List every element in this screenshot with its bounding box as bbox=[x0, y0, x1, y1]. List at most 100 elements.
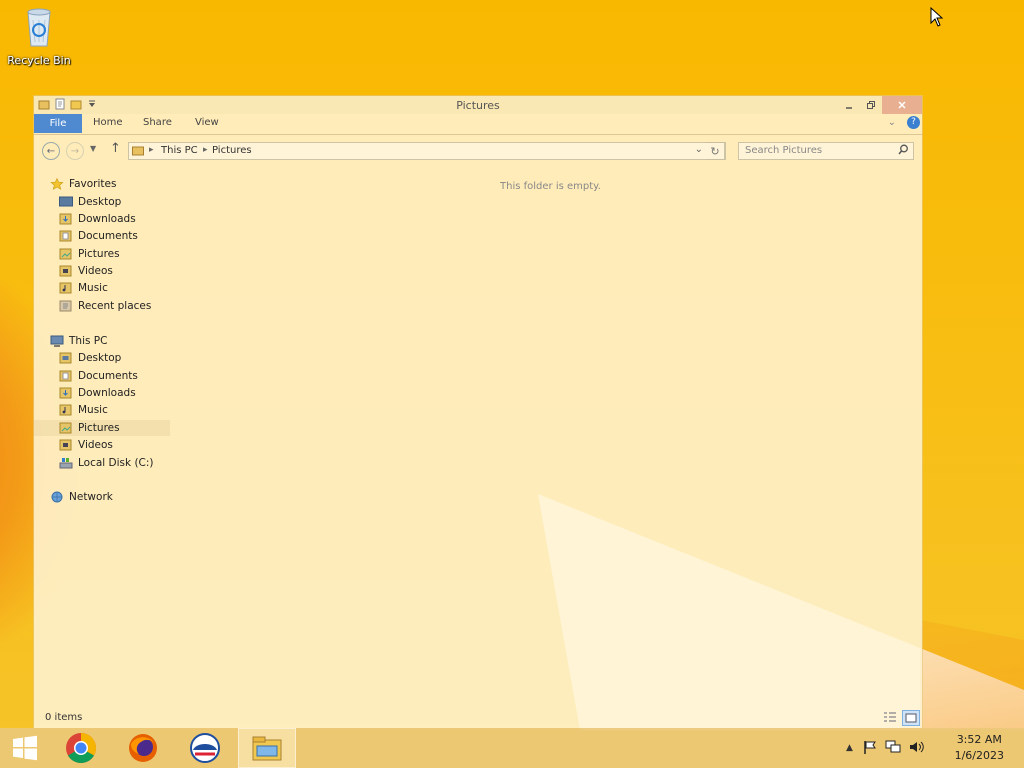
music-folder-icon bbox=[59, 404, 73, 416]
file-tab[interactable]: File bbox=[34, 114, 82, 133]
nav-fav-downloads[interactable]: Downloads bbox=[59, 211, 136, 227]
network-icon bbox=[50, 491, 64, 503]
breadcrumb-pictures[interactable]: Pictures bbox=[212, 145, 252, 156]
up-button[interactable]: ↑ bbox=[110, 141, 121, 156]
nav-this-pc-label: This PC bbox=[69, 335, 108, 347]
pictures-folder-icon bbox=[59, 422, 73, 434]
nav-fav-pictures[interactable]: Pictures bbox=[59, 246, 120, 262]
start-button[interactable] bbox=[0, 728, 50, 768]
downloads-folder-icon bbox=[59, 387, 73, 399]
recent-places-icon bbox=[59, 300, 73, 312]
taskbar-clock[interactable]: 3:52 AM 1/6/2023 bbox=[955, 732, 1004, 764]
title-bar[interactable]: Pictures bbox=[34, 96, 922, 114]
file-explorer-window[interactable]: Pictures File Home Share View ⌄ ? ← → ▼ … bbox=[34, 96, 922, 728]
system-tray: ▲ bbox=[846, 728, 925, 768]
action-center-flag-icon[interactable] bbox=[863, 740, 877, 757]
edge-icon[interactable] bbox=[180, 728, 230, 768]
nav-label: Pictures bbox=[78, 422, 120, 434]
search-icon[interactable] bbox=[898, 144, 909, 158]
file-explorer-icon[interactable] bbox=[238, 728, 296, 768]
nav-label: Music bbox=[78, 404, 108, 416]
close-button[interactable] bbox=[882, 96, 922, 114]
nav-label: Documents bbox=[78, 370, 138, 382]
restore-button[interactable] bbox=[860, 96, 882, 114]
nav-fav-recent-places[interactable]: Recent places bbox=[59, 298, 151, 314]
nav-network[interactable]: Network bbox=[50, 489, 113, 505]
back-button[interactable]: ← bbox=[42, 142, 60, 160]
search-placeholder: Search Pictures bbox=[745, 145, 823, 156]
desktop-icon bbox=[59, 196, 73, 208]
large-icons-view-button[interactable] bbox=[902, 710, 920, 726]
nav-label: Videos bbox=[78, 439, 113, 451]
nav-label: Downloads bbox=[78, 387, 136, 399]
nav-favorites-label: Favorites bbox=[69, 178, 117, 190]
folder-icon bbox=[132, 145, 144, 159]
address-bar[interactable]: ▸ This PC ▸ Pictures ⌄ bbox=[128, 142, 726, 160]
clock-time: 3:52 AM bbox=[956, 733, 1002, 746]
nav-favorites[interactable]: Favorites bbox=[50, 176, 116, 192]
desktop-icon-recycle-bin[interactable]: Recycle Bin bbox=[6, 6, 72, 67]
downloads-folder-icon bbox=[59, 213, 73, 225]
volume-icon[interactable] bbox=[909, 740, 925, 757]
nav-fav-videos[interactable]: Videos bbox=[59, 263, 113, 279]
recent-locations-icon[interactable]: ▼ bbox=[90, 144, 96, 153]
tab-view[interactable]: View bbox=[195, 117, 219, 128]
videos-folder-icon bbox=[59, 265, 73, 277]
nav-label: Pictures bbox=[78, 248, 120, 260]
nav-fav-music[interactable]: Music bbox=[59, 280, 108, 296]
nav-label: Videos bbox=[78, 265, 113, 277]
nav-pc-desktop[interactable]: Desktop bbox=[59, 350, 121, 366]
nav-network-label: Network bbox=[69, 491, 113, 503]
documents-folder-icon bbox=[59, 370, 73, 382]
nav-pc-videos[interactable]: Videos bbox=[59, 437, 113, 453]
nav-fav-documents[interactable]: Documents bbox=[59, 228, 138, 244]
nav-pc-music[interactable]: Music bbox=[59, 402, 108, 418]
nav-label: Desktop bbox=[78, 352, 122, 364]
nav-pc-pictures[interactable]: Pictures bbox=[34, 420, 170, 436]
refresh-button[interactable]: ↻ bbox=[706, 142, 725, 160]
address-dropdown-icon[interactable]: ⌄ bbox=[695, 144, 703, 155]
breadcrumb-this-pc[interactable]: This PC bbox=[161, 145, 198, 156]
nav-label: Recent places bbox=[78, 300, 152, 312]
tab-share[interactable]: Share bbox=[143, 117, 172, 128]
empty-folder-message: This folder is empty. bbox=[500, 181, 601, 192]
nav-pc-downloads[interactable]: Downloads bbox=[59, 385, 136, 401]
expand-ribbon-icon[interactable]: ⌄ bbox=[888, 117, 896, 128]
status-bar: 0 items bbox=[34, 708, 922, 728]
pictures-folder-icon bbox=[59, 248, 73, 260]
details-view-button[interactable] bbox=[882, 710, 898, 724]
navigation-bar: ← → ▼ ↑ ▸ This PC ▸ Pictures ⌄ ↻ Search … bbox=[34, 135, 922, 165]
nav-label: Downloads bbox=[78, 213, 136, 225]
nav-label: Documents bbox=[78, 230, 138, 242]
tab-home[interactable]: Home bbox=[93, 117, 123, 128]
ribbon-tabs: File Home Share View ⌄ ? bbox=[34, 114, 922, 135]
nav-label: Music bbox=[78, 282, 108, 294]
forward-button[interactable]: → bbox=[66, 142, 84, 160]
navigation-pane: Favorites Desktop Downloads Documents Pi… bbox=[34, 174, 170, 714]
nav-fav-desktop[interactable]: Desktop bbox=[59, 194, 121, 210]
firefox-icon[interactable] bbox=[118, 728, 168, 768]
clock-date: 1/6/2023 bbox=[954, 749, 1004, 762]
nav-label: Desktop bbox=[78, 196, 122, 208]
show-hidden-icons-icon[interactable]: ▲ bbox=[846, 743, 853, 753]
computer-icon bbox=[50, 335, 64, 347]
minimize-button[interactable] bbox=[838, 96, 860, 114]
star-icon bbox=[50, 177, 64, 190]
nav-pc-documents[interactable]: Documents bbox=[59, 368, 138, 384]
mouse-cursor-icon bbox=[930, 6, 944, 30]
network-tray-icon[interactable] bbox=[885, 740, 901, 757]
nav-pc-local-disk[interactable]: Local Disk (C:) bbox=[59, 455, 154, 471]
chrome-icon[interactable] bbox=[56, 728, 106, 768]
nav-this-pc[interactable]: This PC bbox=[50, 333, 107, 349]
desktop-folder-icon bbox=[59, 352, 73, 364]
breadcrumb-separator[interactable]: ▸ bbox=[203, 145, 208, 155]
documents-folder-icon bbox=[59, 230, 73, 242]
search-box[interactable]: Search Pictures bbox=[738, 142, 914, 160]
help-icon[interactable]: ? bbox=[907, 116, 920, 129]
drive-icon bbox=[59, 457, 73, 469]
videos-folder-icon bbox=[59, 439, 73, 451]
breadcrumb-separator[interactable]: ▸ bbox=[149, 145, 154, 155]
nav-label: Local Disk (C:) bbox=[78, 457, 154, 469]
taskbar: ▲ 3:52 AM 1/6/2023 bbox=[0, 728, 1024, 768]
recycle-bin-label: Recycle Bin bbox=[7, 54, 71, 67]
